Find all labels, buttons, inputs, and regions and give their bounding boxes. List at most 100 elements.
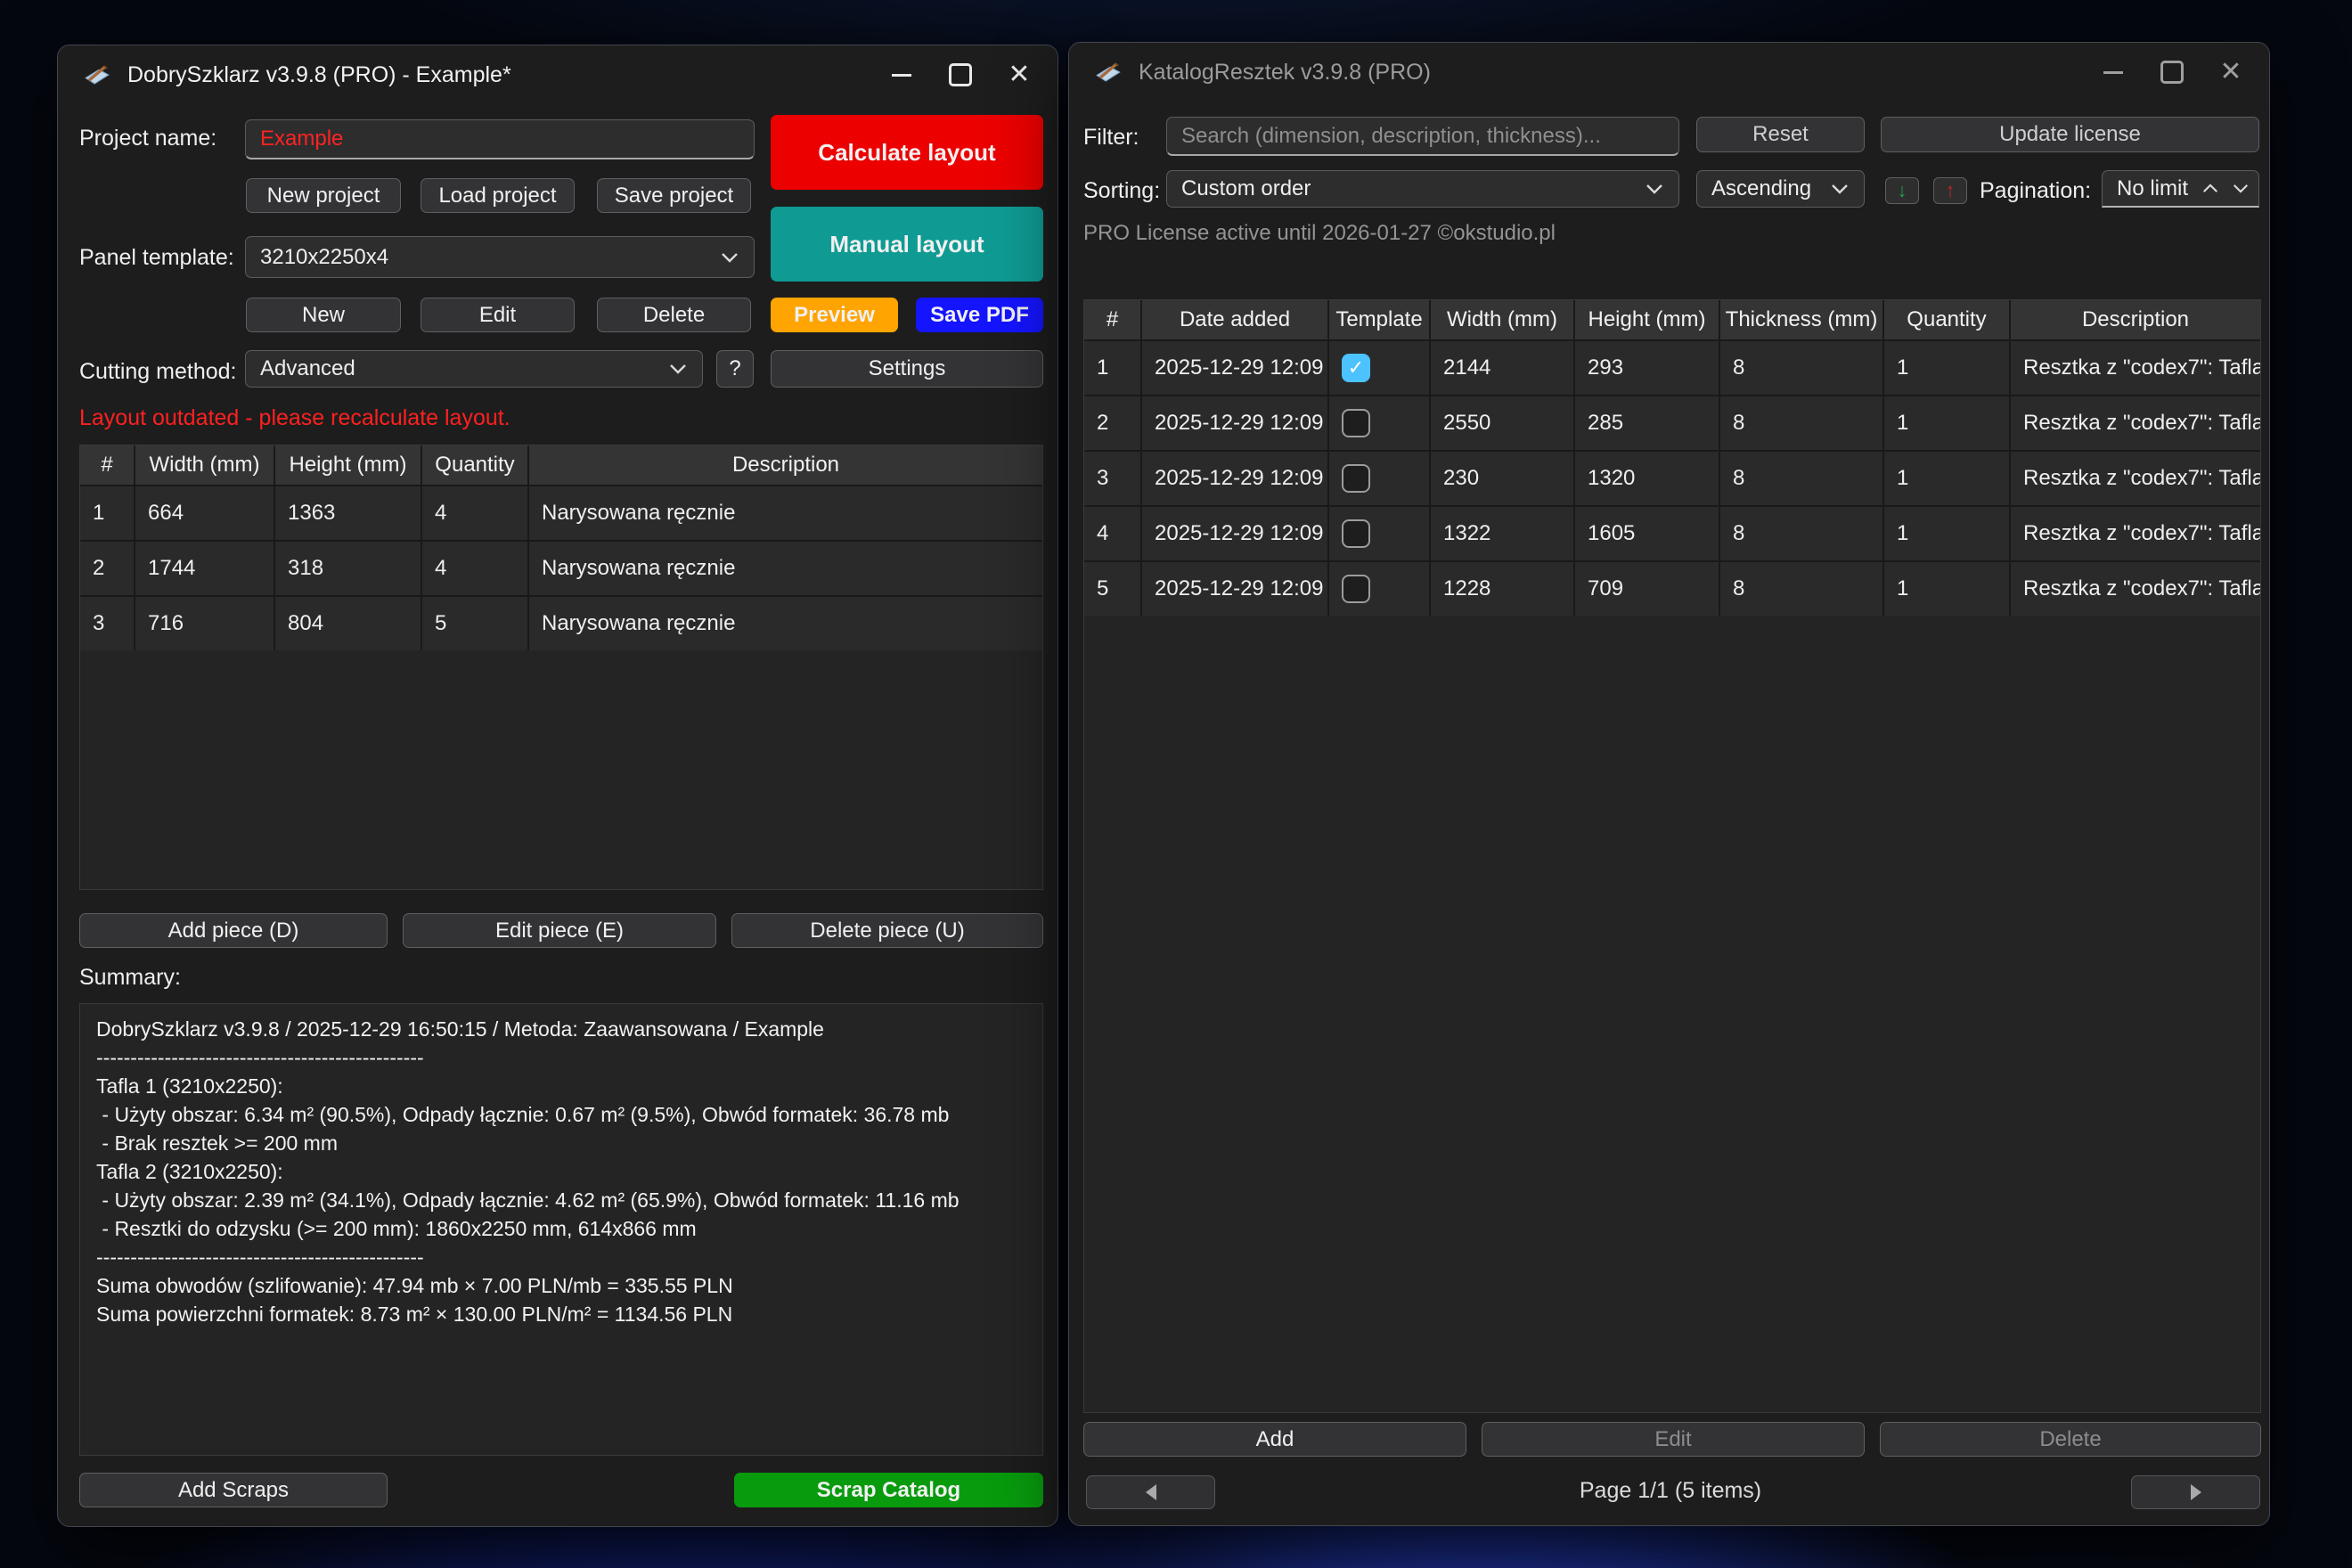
pagination-spinner[interactable]: No limit — [2102, 170, 2259, 208]
cell-qty[interactable]: 4 — [422, 486, 527, 540]
move-up-button[interactable]: ↑ — [1933, 177, 1967, 204]
col-header[interactable]: Width (mm) — [135, 445, 274, 485]
cell-desc[interactable]: Narysowana ręcznie — [529, 542, 1042, 595]
sorting-select[interactable]: Custom order — [1166, 170, 1679, 208]
cell-qty[interactable]: 4 — [422, 542, 527, 595]
cell-template[interactable] — [1329, 562, 1429, 616]
template-checkbox[interactable] — [1342, 464, 1370, 493]
cell-num[interactable]: 1 — [80, 486, 134, 540]
direction-select[interactable]: Ascending — [1696, 170, 1865, 208]
cell-num[interactable]: 5 — [1084, 562, 1140, 616]
close-button[interactable]: ✕ — [2201, 48, 2260, 96]
cell-thickness[interactable]: 8 — [1720, 396, 1882, 450]
add-piece-button[interactable]: Add piece (D) — [79, 913, 388, 948]
settings-button[interactable]: Settings — [771, 350, 1043, 388]
cell-date[interactable]: 2025-12-29 12:09 — [1142, 396, 1327, 450]
cell-desc[interactable]: Resztka z "codex7": Tafla 2 — [2011, 396, 2260, 450]
col-header[interactable]: Date added — [1142, 300, 1327, 339]
col-header[interactable]: Height (mm) — [275, 445, 421, 485]
col-header[interactable]: Quantity — [1884, 300, 2009, 339]
template-checkbox[interactable] — [1342, 409, 1370, 437]
cell-qty[interactable]: 1 — [1884, 452, 2009, 505]
new-template-button[interactable]: New — [246, 298, 401, 332]
summary-box[interactable]: DobrySzklarz v3.9.8 / 2025-12-29 16:50:1… — [79, 1003, 1043, 1456]
cell-height[interactable]: 293 — [1575, 341, 1719, 395]
cell-desc[interactable]: Resztka z "codex7": Tafla 2 — [2011, 452, 2260, 505]
cell-qty[interactable]: 1 — [1884, 396, 2009, 450]
cell-template[interactable] — [1329, 396, 1429, 450]
delete-template-button[interactable]: Delete — [597, 298, 751, 332]
col-header[interactable]: Thickness (mm) — [1720, 300, 1882, 339]
help-button[interactable]: ? — [716, 350, 754, 388]
cell-height[interactable]: 709 — [1575, 562, 1719, 616]
cell-desc[interactable]: Resztka z "codex7": Tafla 3 — [2011, 562, 2260, 616]
manual-layout-button[interactable]: Manual layout — [771, 207, 1043, 282]
panel-template-select[interactable]: 3210x2250x4 — [245, 236, 755, 278]
cell-template[interactable] — [1329, 341, 1429, 395]
spin-up-icon[interactable] — [2201, 183, 2219, 194]
cell-num[interactable]: 2 — [1084, 396, 1140, 450]
template-checkbox[interactable] — [1342, 575, 1370, 603]
col-header[interactable]: Description — [529, 445, 1042, 485]
cell-width[interactable]: 716 — [135, 597, 274, 650]
edit-template-button[interactable]: Edit — [421, 298, 575, 332]
calculate-layout-button[interactable]: Calculate layout — [771, 115, 1043, 190]
cell-qty[interactable]: 5 — [422, 597, 527, 650]
cell-qty[interactable]: 1 — [1884, 562, 2009, 616]
cell-num[interactable]: 3 — [1084, 452, 1140, 505]
cell-num[interactable]: 3 — [80, 597, 134, 650]
reset-button[interactable]: Reset — [1696, 117, 1865, 152]
cell-width[interactable]: 1744 — [135, 542, 274, 595]
edit-piece-button[interactable]: Edit piece (E) — [403, 913, 716, 948]
minimize-button[interactable] — [2084, 48, 2143, 96]
edit-scrap-button[interactable]: Edit — [1482, 1422, 1865, 1457]
cell-width[interactable]: 1228 — [1431, 562, 1573, 616]
search-input[interactable] — [1166, 117, 1679, 156]
cell-thickness[interactable]: 8 — [1720, 452, 1882, 505]
cell-qty[interactable]: 1 — [1884, 507, 2009, 560]
cell-num[interactable]: 2 — [80, 542, 134, 595]
load-project-button[interactable]: Load project — [421, 178, 575, 213]
spin-down-icon[interactable] — [2232, 183, 2250, 194]
project-name-input[interactable] — [245, 119, 755, 159]
move-down-button[interactable]: ↓ — [1885, 177, 1919, 204]
cell-width[interactable]: 230 — [1431, 452, 1573, 505]
cell-height[interactable]: 804 — [275, 597, 421, 650]
col-header[interactable]: Height (mm) — [1575, 300, 1719, 339]
save-pdf-button[interactable]: Save PDF — [916, 298, 1043, 332]
cell-num[interactable]: 4 — [1084, 507, 1140, 560]
cell-desc[interactable]: Resztka z "codex7": Tafla 3 — [2011, 507, 2260, 560]
delete-piece-button[interactable]: Delete piece (U) — [731, 913, 1043, 948]
add-scrap-button[interactable]: Add — [1083, 1422, 1466, 1457]
minimize-button[interactable] — [872, 51, 931, 99]
preview-button[interactable]: Preview — [771, 298, 898, 332]
cell-num[interactable]: 1 — [1084, 341, 1140, 395]
cell-template[interactable] — [1329, 507, 1429, 560]
cell-height[interactable]: 1320 — [1575, 452, 1719, 505]
col-header[interactable]: Template — [1329, 300, 1429, 339]
cutting-method-select[interactable]: Advanced — [245, 350, 703, 388]
save-project-button[interactable]: Save project — [597, 178, 751, 213]
cell-desc[interactable]: Narysowana ręcznie — [529, 597, 1042, 650]
cell-height[interactable]: 1605 — [1575, 507, 1719, 560]
cell-desc[interactable]: Resztka z "codex7": Tafla 1 — [2011, 341, 2260, 395]
maximize-button[interactable] — [931, 51, 990, 99]
cell-width[interactable]: 2550 — [1431, 396, 1573, 450]
cell-date[interactable]: 2025-12-29 12:09 — [1142, 507, 1327, 560]
cell-thickness[interactable]: 8 — [1720, 341, 1882, 395]
cell-thickness[interactable]: 8 — [1720, 507, 1882, 560]
col-header[interactable]: # — [80, 445, 134, 485]
left-titlebar[interactable]: DobrySzklarz v3.9.8 (PRO) - Example* ✕ — [58, 45, 1058, 104]
new-project-button[interactable]: New project — [246, 178, 401, 213]
cell-height[interactable]: 285 — [1575, 396, 1719, 450]
update-license-button[interactable]: Update license — [1881, 117, 2259, 152]
col-header[interactable]: Description — [2011, 300, 2260, 339]
template-checkbox[interactable] — [1342, 519, 1370, 548]
cell-width[interactable]: 664 — [135, 486, 274, 540]
add-scraps-button[interactable]: Add Scraps — [79, 1473, 388, 1507]
cell-desc[interactable]: Narysowana ręcznie — [529, 486, 1042, 540]
cell-height[interactable]: 318 — [275, 542, 421, 595]
col-header[interactable]: Width (mm) — [1431, 300, 1573, 339]
cell-thickness[interactable]: 8 — [1720, 562, 1882, 616]
scrap-catalog-button[interactable]: Scrap Catalog — [734, 1473, 1043, 1507]
